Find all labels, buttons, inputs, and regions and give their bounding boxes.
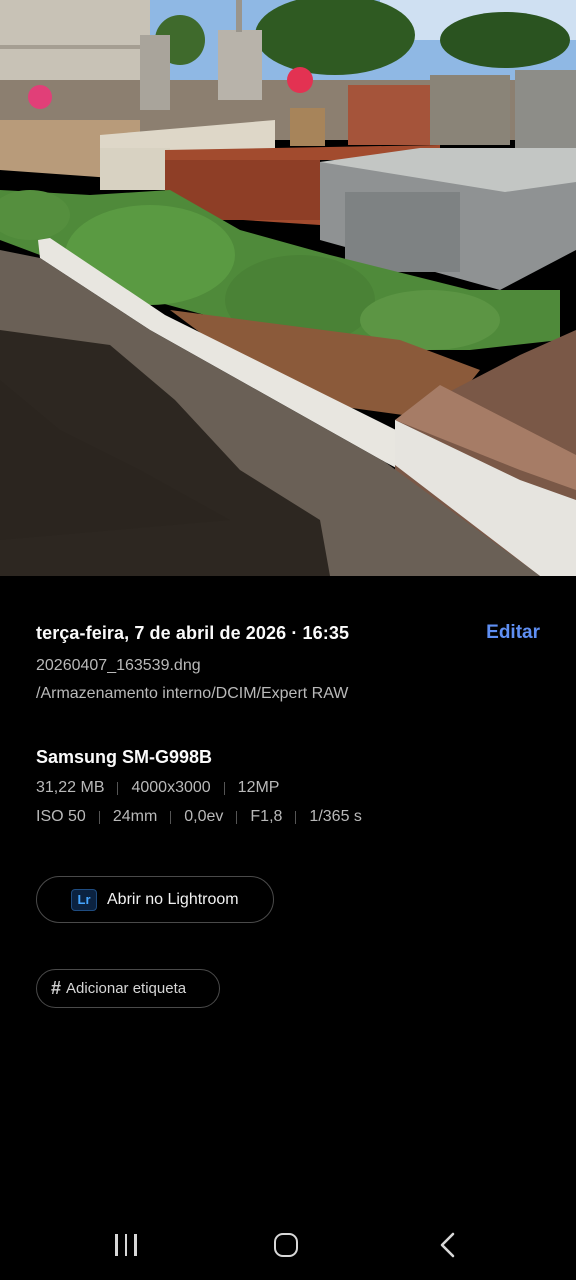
divider <box>170 810 172 824</box>
home-button[interactable] <box>258 1230 314 1260</box>
divider <box>295 810 297 824</box>
iso-value: ISO 50 <box>36 808 86 825</box>
open-in-lightroom-button[interactable]: Lr Abrir no Lightroom <box>36 876 274 923</box>
divider <box>223 781 225 795</box>
exposure-value: 0,0ev <box>184 808 224 825</box>
navigation-bar <box>0 1216 576 1280</box>
add-tag-button[interactable]: # Adicionar etiqueta <box>36 969 220 1008</box>
back-button[interactable] <box>420 1230 476 1260</box>
home-icon <box>274 1233 298 1257</box>
device-model: Samsung SM-G998B <box>36 747 213 767</box>
file-name: 20260407_163539.dng <box>36 657 201 674</box>
photo-datetime: terça-feira, 7 de abril de 2026 · 16:35 <box>36 623 350 643</box>
details-panel: terça-feira, 7 de abril de 2026 · 16:35 … <box>0 576 576 1216</box>
add-tag-label: Adicionar etiqueta <box>66 980 187 997</box>
focal-length: 24mm <box>112 808 158 825</box>
open-in-lightroom-label: Abrir no Lightroom <box>107 890 239 908</box>
photo-image <box>0 0 576 576</box>
recents-button[interactable] <box>98 1230 154 1260</box>
edit-button[interactable]: Editar <box>486 622 540 644</box>
megapixels: 12MP <box>237 779 280 796</box>
divider <box>236 810 238 824</box>
aperture: F1,8 <box>250 808 283 825</box>
photo-preview[interactable] <box>0 0 576 576</box>
file-info-row: 31,22 MB 4000x3000 12MP <box>36 779 279 797</box>
file-size: 31,22 MB <box>36 779 105 796</box>
resolution: 4000x3000 <box>131 779 211 796</box>
lightroom-icon: Lr <box>71 888 97 911</box>
divider <box>117 781 119 795</box>
back-icon <box>440 1232 455 1258</box>
shutter-speed: 1/365 s <box>309 808 362 825</box>
recents-icon <box>115 1234 137 1256</box>
hashtag-icon: # <box>51 978 62 998</box>
divider <box>98 810 100 824</box>
file-path: /Armazenamento interno/DCIM/Expert RAW <box>36 685 349 702</box>
camera-settings-row: ISO 50 24mm 0,0ev F1,8 1/365 s <box>36 808 362 826</box>
